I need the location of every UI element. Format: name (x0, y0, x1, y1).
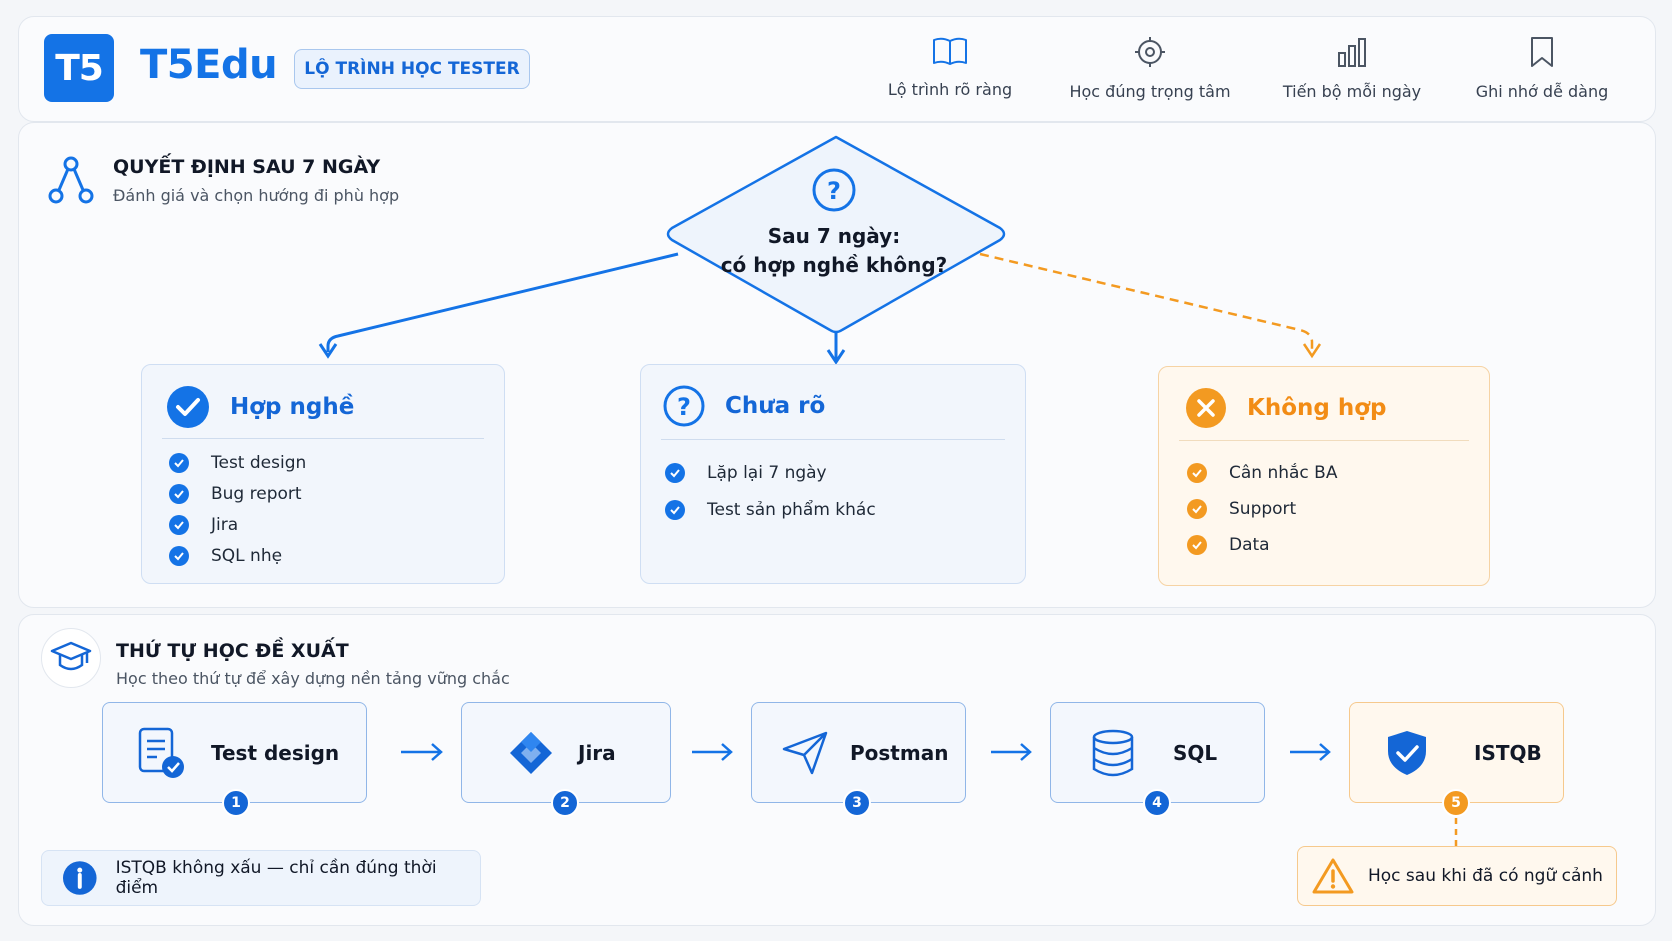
warning-note-text: Học sau khi đã có ngữ cảnh (1368, 866, 1603, 886)
warning-icon (1312, 858, 1354, 894)
info-icon (62, 861, 97, 895)
warning-note: Học sau khi đã có ngữ cảnh (1297, 846, 1617, 906)
info-note-text: ISTQB không xấu — chỉ cần đúng thời điểm (115, 858, 437, 898)
step-arrows (401, 743, 1458, 846)
info-note: ISTQB không xấu — chỉ cần đúng thời điểm (41, 850, 481, 906)
